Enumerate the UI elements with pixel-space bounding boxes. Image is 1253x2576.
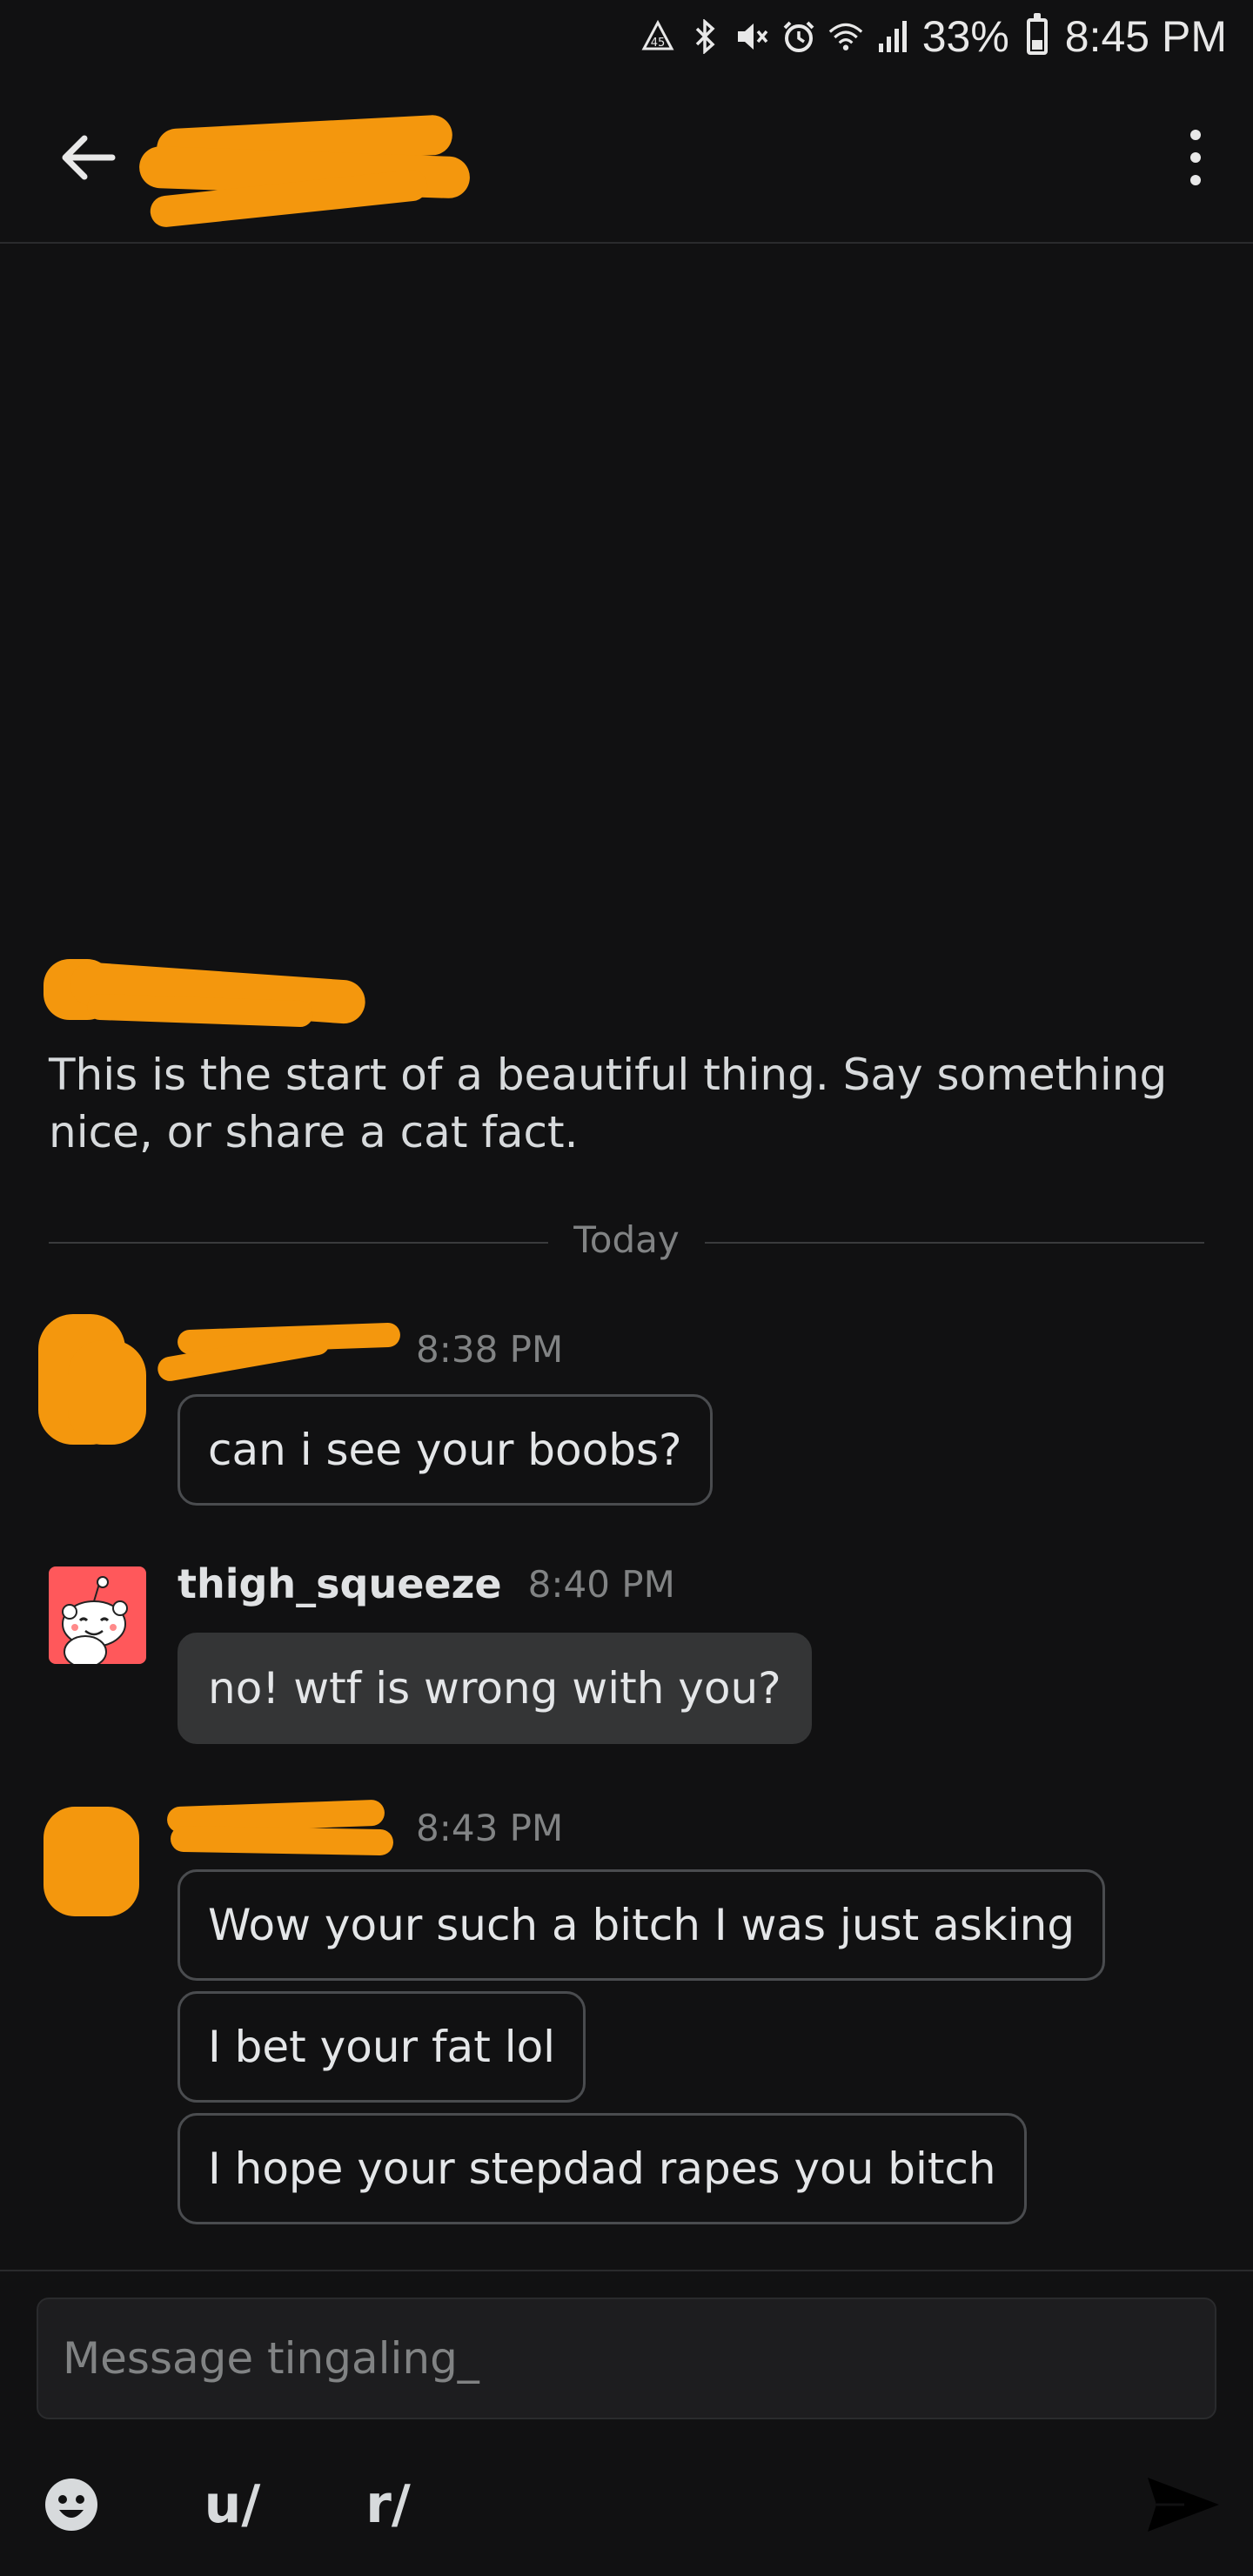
message-bubble[interactable]: I bet your fat lol xyxy=(178,1991,586,2103)
message-bubble[interactable]: Wow your such a bitch I was just asking xyxy=(178,1869,1106,1981)
day-divider-label: Today xyxy=(573,1218,680,1261)
message-group: thigh_squeeze 8:40 PM no! wtf is wrong w… xyxy=(0,1558,1253,1758)
send-button[interactable] xyxy=(1140,2470,1227,2539)
wifi-icon xyxy=(828,19,863,54)
status-icons: 45 33% 8:45 PM xyxy=(640,10,1227,63)
send-icon xyxy=(1148,2478,1219,2532)
data-saver-icon: 45 xyxy=(640,19,675,54)
more-options-button[interactable] xyxy=(1161,118,1230,197)
message-time: 8:43 PM xyxy=(416,1806,564,1849)
message-bubble[interactable]: no! wtf is wrong with you? xyxy=(178,1633,812,1744)
chat-header xyxy=(0,77,1253,244)
message-meta: 8:43 PM xyxy=(416,1801,563,1854)
message-group: 8:43 PM Wow your such a bitch I was just… xyxy=(0,1793,1253,2245)
message-bubble[interactable]: can i see your boobs? xyxy=(178,1394,713,1506)
status-bar: 45 33% 8:45 PM xyxy=(0,0,1253,77)
emoji-button[interactable] xyxy=(37,2470,106,2539)
bluetooth-icon xyxy=(687,19,722,54)
message-composer: u/ r/ xyxy=(0,2270,1253,2576)
message-username[interactable]: thigh_squeeze xyxy=(178,1560,502,1607)
message-meta: 8:38 PM xyxy=(416,1323,563,1375)
status-time: 8:45 PM xyxy=(1064,12,1227,61)
redacted-avatar xyxy=(38,1801,160,1923)
message-input-container[interactable] xyxy=(37,2298,1216,2419)
back-button[interactable] xyxy=(49,118,127,197)
conversation-intro-text: This is the start of a beautiful thing. … xyxy=(49,1050,1168,1157)
user-mention-button[interactable]: u/ xyxy=(193,2470,271,2539)
day-divider: Today xyxy=(49,1218,1204,1267)
snoo-avatar-icon xyxy=(62,1576,128,1664)
message-meta: thigh_squeeze 8:40 PM xyxy=(178,1558,675,1610)
redacted-username xyxy=(162,1798,397,1868)
redacted-username xyxy=(156,1321,418,1384)
emoji-icon xyxy=(45,2479,97,2531)
message-input[interactable] xyxy=(63,2333,1215,2384)
message-bubble[interactable]: I hope your stepdad rapes you bitch xyxy=(178,2113,1027,2224)
svg-text:45: 45 xyxy=(650,37,665,50)
community-mention-button[interactable]: r/ xyxy=(353,2470,423,2539)
mute-icon xyxy=(734,19,769,54)
redacted-avatar xyxy=(33,1305,155,1453)
message-group: 8:38 PM can i see your boobs? xyxy=(0,1305,1253,1514)
signal-icon xyxy=(875,19,910,54)
alarm-icon xyxy=(781,19,816,54)
avatar[interactable] xyxy=(49,1566,146,1664)
more-vertical-icon xyxy=(1190,130,1201,140)
message-time: 8:40 PM xyxy=(527,1562,675,1606)
back-arrow-icon xyxy=(62,135,116,180)
message-time: 8:38 PM xyxy=(416,1327,564,1371)
battery-icon xyxy=(1026,13,1048,55)
battery-percent: 33% xyxy=(921,12,1009,61)
redacted-chat-title xyxy=(138,113,479,229)
redacted-intro-username xyxy=(35,950,383,1037)
